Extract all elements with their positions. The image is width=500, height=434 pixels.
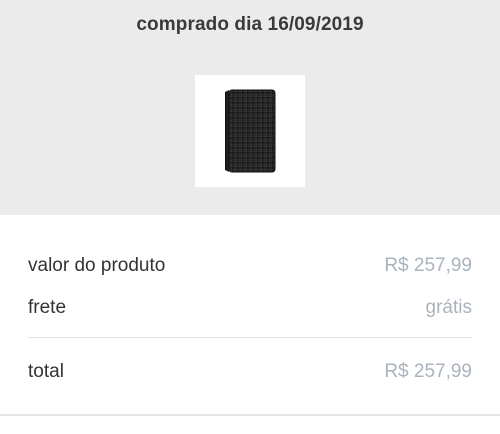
purchase-date-title: comprado dia 16/09/2019 [136, 14, 364, 35]
total-row: total R$ 257,99 [28, 357, 472, 387]
shipping-row: frete grátis [28, 293, 472, 323]
summary-divider [28, 337, 472, 338]
price-summary: valor do produto R$ 257,99 frete grátis … [0, 215, 500, 434]
product-value-label: valor do produto [28, 255, 166, 276]
shipping-value: grátis [425, 297, 472, 318]
external-hard-drive-image [208, 88, 292, 174]
product-value-row: valor do produto R$ 257,99 [28, 251, 472, 281]
shipping-label: frete [28, 297, 67, 318]
purchase-header: comprado dia 16/09/2019 [0, 0, 500, 215]
total-amount: R$ 257,99 [384, 361, 472, 382]
product-value-amount: R$ 257,99 [384, 255, 472, 276]
bottom-divider [0, 414, 500, 416]
total-label: total [28, 361, 64, 382]
